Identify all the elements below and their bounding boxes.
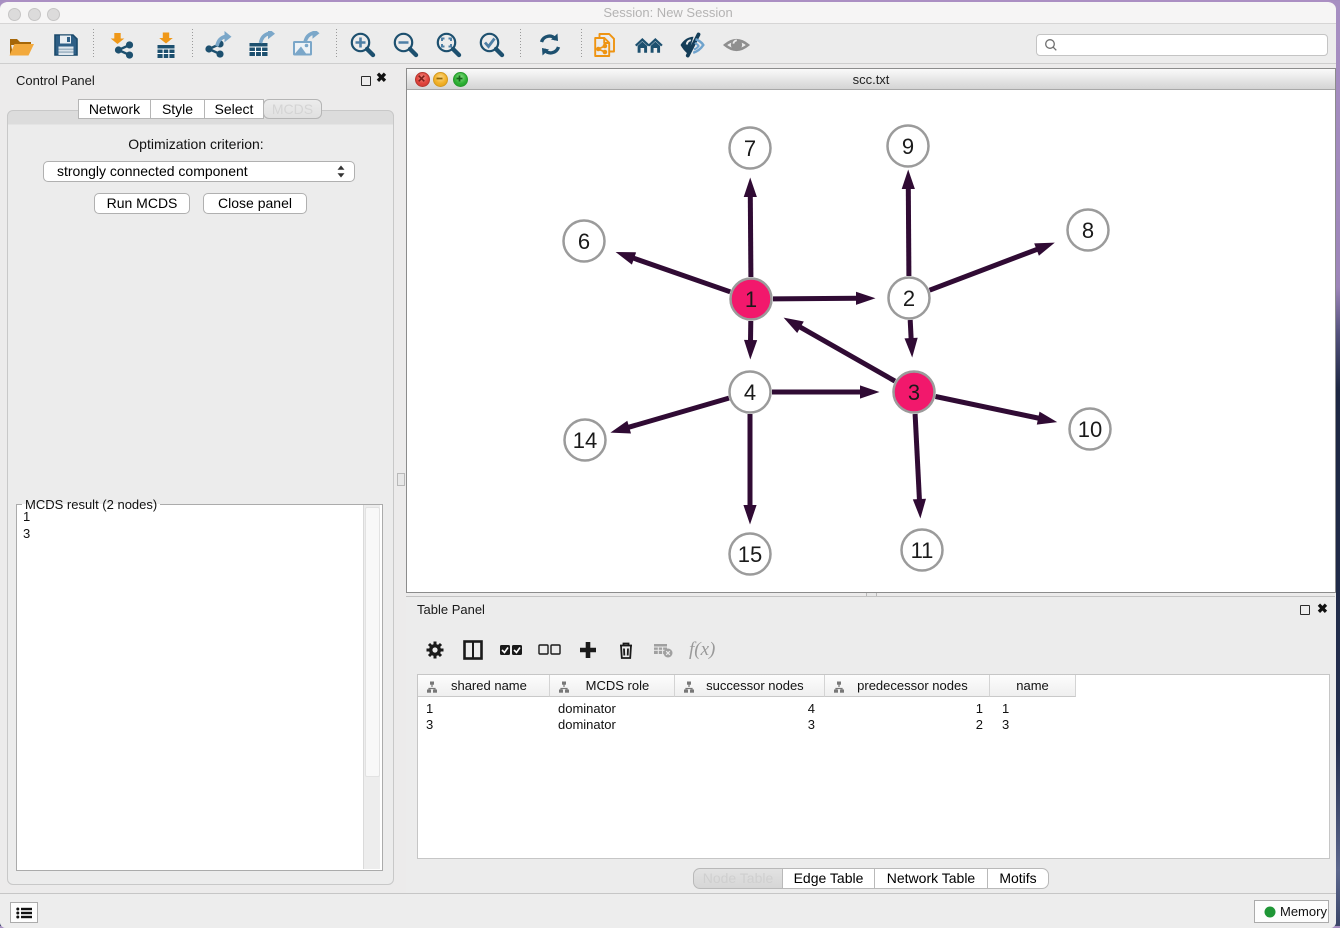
svg-text:1: 1 — [745, 287, 757, 312]
svg-text:15: 15 — [738, 542, 762, 567]
svg-text:4: 4 — [744, 380, 756, 405]
svg-text:9: 9 — [902, 134, 914, 159]
svg-text:14: 14 — [573, 428, 597, 453]
svg-text:7: 7 — [744, 136, 756, 161]
svg-text:6: 6 — [578, 229, 590, 254]
svg-text:2: 2 — [903, 286, 915, 311]
svg-text:10: 10 — [1078, 417, 1102, 442]
svg-text:11: 11 — [911, 538, 934, 563]
svg-text:8: 8 — [1082, 218, 1094, 243]
svg-text:3: 3 — [908, 380, 920, 405]
